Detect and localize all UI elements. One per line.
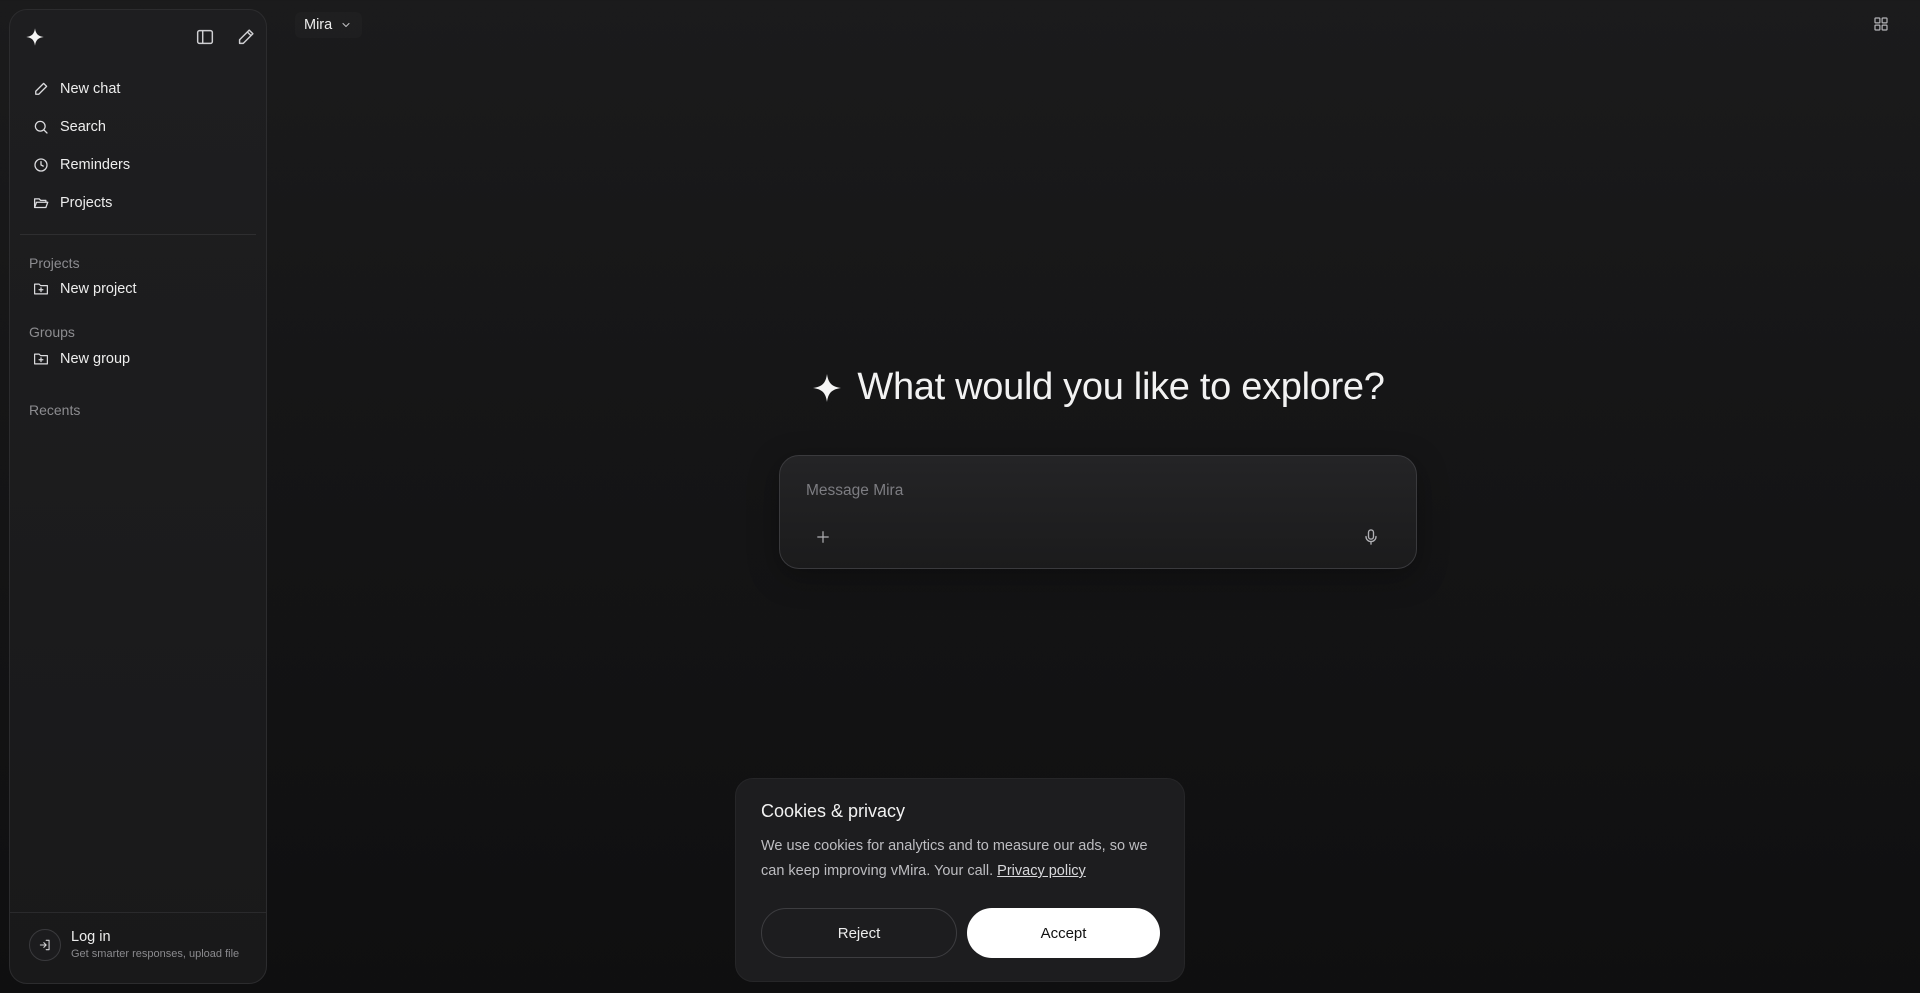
login-subtitle: Get smarter responses, upload file: [71, 948, 240, 960]
sidebar-item-label: New chat: [60, 81, 121, 97]
hero: What would you like to explore?: [0, 366, 1920, 409]
model-name: Mira: [304, 17, 333, 33]
new-project-button[interactable]: New project: [22, 272, 254, 306]
attach-plus-icon[interactable]: [814, 528, 832, 546]
folder-open-icon: [32, 194, 50, 212]
new-group-label: New group: [60, 351, 131, 367]
sidebar-nav: New chat Search Reminders Projects: [22, 70, 254, 222]
login-icon: [29, 929, 61, 961]
new-chat-edit-icon[interactable]: [235, 26, 257, 48]
search-icon: [32, 118, 50, 136]
new-project-label: New project: [60, 281, 137, 297]
grid-icon[interactable]: [1872, 15, 1890, 33]
cookie-banner: Cookies & privacy We use cookies for ana…: [735, 778, 1185, 982]
folder-plus-icon: [32, 280, 50, 298]
cookie-text: We use cookies for analytics and to meas…: [761, 834, 1159, 884]
groups-section-label: Groups: [29, 324, 75, 340]
login-button[interactable]: Log in Get smarter responses, upload fil…: [29, 928, 239, 962]
pencil-icon: [32, 80, 50, 98]
cookie-title: Cookies & privacy: [761, 801, 906, 821]
chevron-down-icon: [340, 19, 352, 31]
cookie-description: We use cookies for analytics and to meas…: [761, 838, 1148, 879]
sidebar-footer-divider: [10, 912, 266, 913]
accept-button[interactable]: Accept: [967, 908, 1160, 958]
sidebar-header: [10, 10, 266, 62]
cookie-buttons: Reject Accept: [761, 908, 1160, 958]
hero-title: What would you like to explore?: [857, 366, 1385, 408]
projects-section-label: Projects: [29, 255, 80, 271]
reject-button[interactable]: Reject: [761, 908, 957, 958]
sidebar-item-reminders[interactable]: Reminders: [22, 146, 254, 184]
sidebar-toggle-icon[interactable]: [194, 26, 216, 48]
model-selector[interactable]: Mira: [295, 12, 362, 38]
sidebar-item-label: Search: [60, 119, 106, 135]
sidebar-divider: [20, 234, 256, 235]
microphone-icon[interactable]: [1361, 527, 1381, 547]
sidebar-item-new-chat[interactable]: New chat: [22, 70, 254, 108]
sidebar-item-label: Projects: [60, 195, 113, 211]
login-title: Log in: [71, 929, 111, 945]
sparkle-logo-icon[interactable]: [25, 27, 45, 47]
message-composer: [779, 455, 1417, 569]
sparkle-icon: [811, 372, 843, 404]
sidebar-item-search[interactable]: Search: [22, 108, 254, 146]
sidebar-item-projects[interactable]: Projects: [22, 184, 254, 222]
sidebar-item-label: Reminders: [60, 157, 131, 173]
sidebar: New chat Search Reminders Projects Proje…: [9, 9, 267, 984]
clock-icon: [32, 156, 50, 174]
message-input[interactable]: [804, 478, 1388, 504]
privacy-policy-link[interactable]: Privacy policy: [997, 863, 1086, 879]
